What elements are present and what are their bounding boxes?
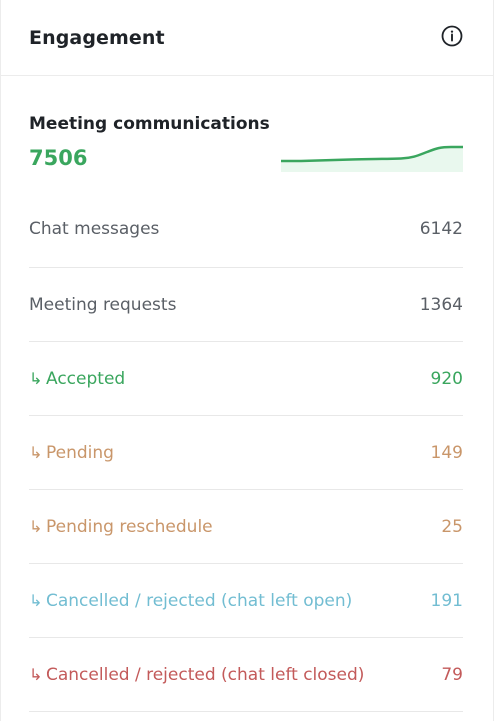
row-value: 149 [430, 442, 463, 463]
list-item-cancelled-open: ↳ Cancelled / rejected (chat left open) … [29, 564, 463, 638]
row-value: 6142 [419, 219, 463, 239]
sparkline-chart [279, 145, 465, 175]
row-value: 25 [441, 516, 463, 537]
card-header: Engagement [1, 0, 493, 76]
subitem-arrow-icon: ↳ [29, 443, 43, 462]
row-label: ↳ Cancelled / rejected (chat left closed… [29, 665, 364, 685]
row-value: 1364 [419, 294, 463, 315]
summary-block: Meeting communications 7506 [29, 76, 465, 191]
info-button[interactable] [440, 25, 464, 51]
row-label: ↳ Pending reschedule [29, 517, 213, 537]
row-label-text: Chat messages [29, 219, 160, 239]
engagement-list: Chat messages 6142 Meeting requests 1364… [29, 191, 463, 712]
list-item-pending-reschedule: ↳ Pending reschedule 25 [29, 490, 463, 564]
list-item-cancelled-closed: ↳ Cancelled / rejected (chat left closed… [29, 638, 463, 712]
list-item-accepted: ↳ Accepted 920 [29, 342, 463, 416]
row-value: 191 [430, 590, 463, 611]
info-circle-icon [441, 25, 463, 51]
card-title: Engagement [29, 26, 165, 49]
row-label-text: Cancelled / rejected (chat left closed) [46, 664, 365, 685]
row-label-text: Cancelled / rejected (chat left open) [46, 590, 353, 611]
subitem-arrow-icon: ↳ [29, 591, 43, 610]
row-label-text: Meeting requests [29, 294, 177, 315]
row-label: ↳ Accepted [29, 369, 125, 389]
row-label: ↳ Pending [29, 443, 114, 463]
row-label-text: Pending reschedule [46, 516, 213, 537]
row-label: ↳ Cancelled / rejected (chat left open) [29, 591, 352, 611]
row-label-text: Accepted [46, 368, 126, 389]
row-label: Meeting requests [29, 295, 176, 315]
card-body: Meeting communications 7506 Chat message… [1, 76, 493, 712]
list-item-meeting-requests: Meeting requests 1364 [29, 268, 463, 342]
subitem-arrow-icon: ↳ [29, 665, 43, 684]
summary-label: Meeting communications [29, 114, 270, 134]
list-item-pending: ↳ Pending 149 [29, 416, 463, 490]
row-value: 79 [441, 664, 463, 685]
row-label-text: Pending [46, 442, 114, 463]
list-item-chat-messages: Chat messages 6142 [29, 191, 463, 268]
engagement-card: Engagement Meeting communications 7506 C… [0, 0, 494, 721]
subitem-arrow-icon: ↳ [29, 369, 43, 388]
row-value: 920 [430, 368, 463, 389]
subitem-arrow-icon: ↳ [29, 517, 43, 536]
row-label: Chat messages [29, 219, 159, 239]
